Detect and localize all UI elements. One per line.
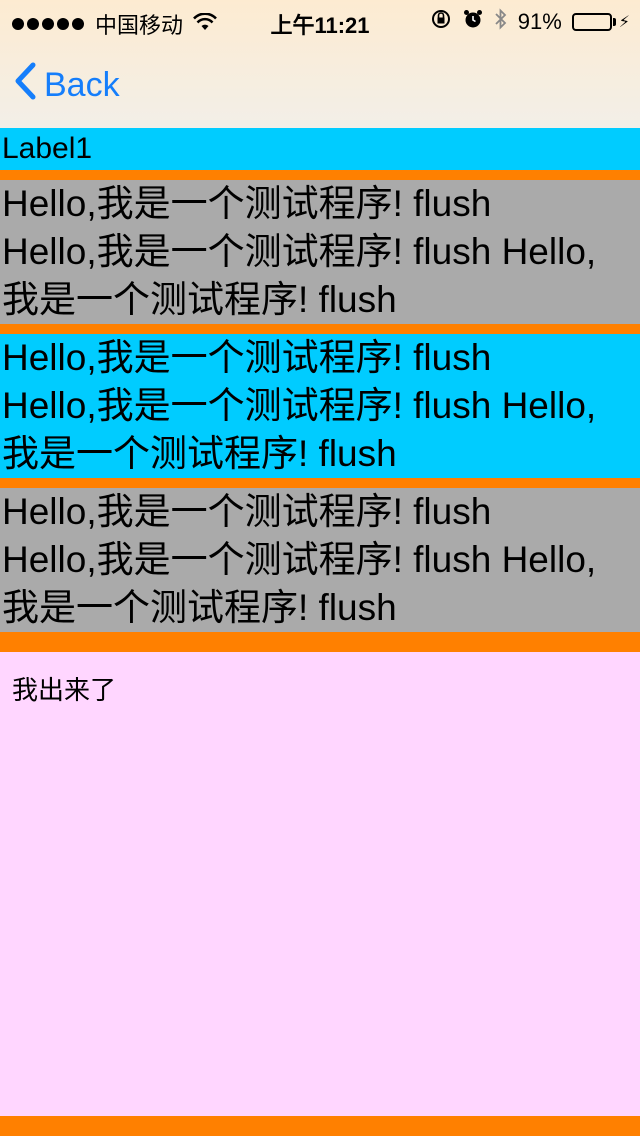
text-line: 我是一个测试程序! flush — [2, 433, 397, 474]
back-label: Back — [44, 66, 120, 104]
back-button[interactable]: Back — [14, 62, 120, 109]
charging-bolt-icon: ⚡ — [618, 14, 630, 31]
text-line: Hello,我是一个测试程序! flush — [2, 491, 492, 532]
text-block-1: Hello,我是一个测试程序! flush Hello,我是一个测试程序! fl… — [0, 180, 640, 324]
text-line: Hello,我是一个测试程序! flush Hello, — [2, 539, 597, 580]
text-line: 我是一个测试程序! flush — [2, 279, 397, 320]
bottom-view: 我出来了 — [0, 652, 640, 1116]
chevron-left-icon — [14, 62, 36, 109]
text-block-2: Hello,我是一个测试程序! flush Hello,我是一个测试程序! fl… — [0, 334, 640, 478]
status-bar: 中国移动 上午11:21 91% ⚡ — [0, 0, 640, 40]
top-bar: 中国移动 上午11:21 91% ⚡ Back — [0, 0, 640, 128]
alarm-icon — [462, 8, 484, 36]
label1: Label1 — [0, 128, 640, 170]
rotation-lock-icon — [430, 8, 452, 36]
screen: 中国移动 上午11:21 91% ⚡ Back Label1 Hello,我是一… — [0, 0, 640, 1136]
status-right: 91% ⚡ — [420, 8, 630, 36]
text-line: Hello,我是一个测试程序! flush Hello, — [2, 385, 597, 426]
text-line: Hello,我是一个测试程序! flush Hello, — [2, 231, 597, 272]
text-line: 我是一个测试程序! flush — [2, 587, 397, 628]
bluetooth-icon — [494, 8, 508, 36]
battery-percent: 91% — [517, 9, 562, 34]
text-block-3: Hello,我是一个测试程序! flush Hello,我是一个测试程序! fl… — [0, 488, 640, 632]
bottom-label: 我出来了 — [12, 675, 117, 705]
text-line: Hello,我是一个测试程序! flush — [2, 183, 492, 224]
battery-icon: ⚡ — [571, 12, 630, 32]
text-line: Hello,我是一个测试程序! flush — [2, 337, 492, 378]
